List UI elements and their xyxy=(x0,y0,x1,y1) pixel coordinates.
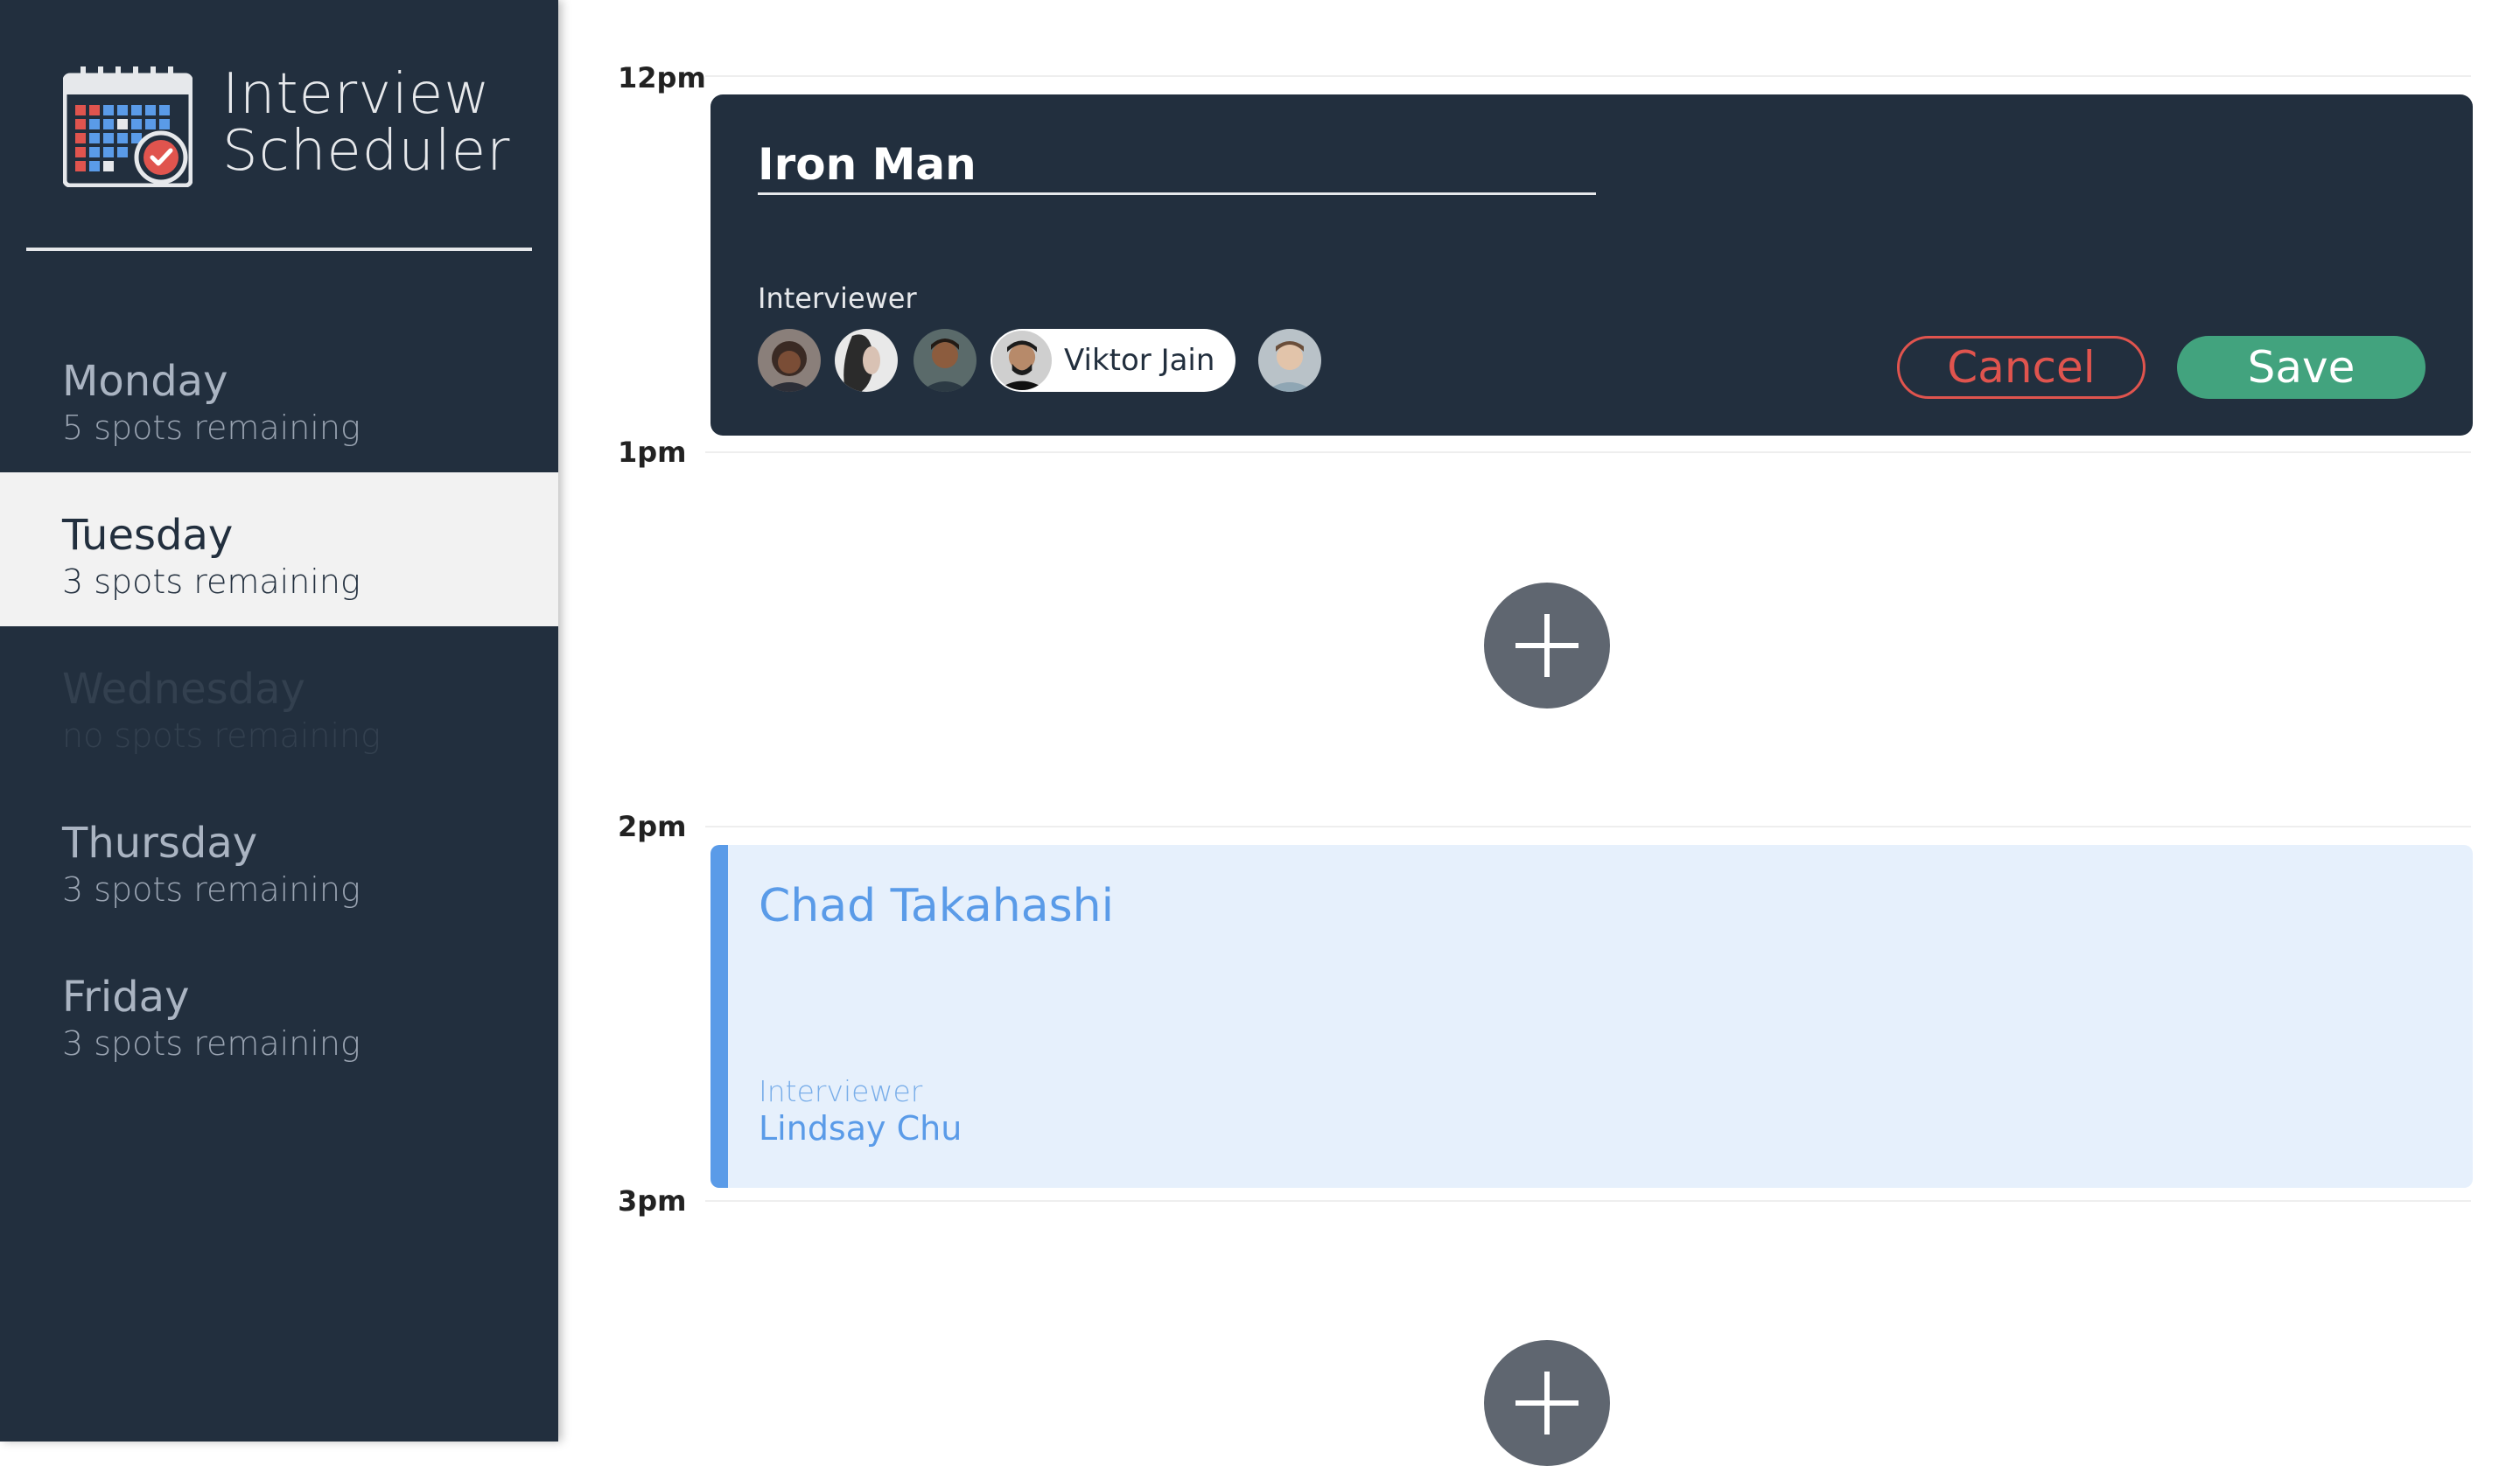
add-appointment-button[interactable] xyxy=(1484,583,1610,709)
hour-divider xyxy=(705,451,2471,453)
sidebar-divider xyxy=(26,248,532,251)
day-spots: 3 spots remaining xyxy=(62,870,360,909)
time-label-2pm: 2pm xyxy=(618,810,687,843)
day-spots: no spots remaining xyxy=(62,716,381,755)
sidebar-day-tuesday[interactable]: Tuesday 3 spots remaining xyxy=(0,472,558,626)
day-name: Tuesday xyxy=(62,511,234,560)
day-name: Wednesday xyxy=(62,665,305,714)
selected-interviewer-name: Viktor Jain xyxy=(1064,343,1215,378)
appointment-interviewer: Lindsay Chu xyxy=(759,1109,962,1148)
appointment-interviewer-label: Interviewer xyxy=(759,1074,923,1108)
day-spots: 3 spots remaining xyxy=(62,1024,360,1063)
appointment-accent-bar xyxy=(710,845,728,1188)
day-name: Thursday xyxy=(62,819,258,868)
day-spots: 3 spots remaining xyxy=(62,562,360,601)
day-spots: 5 spots remaining xyxy=(62,408,360,447)
sidebar-day-monday[interactable]: Monday 5 spots remaining xyxy=(0,318,558,472)
appointment-form: Interviewer Viktor Jain Cancel Save xyxy=(710,94,2473,436)
sidebar-day-thursday[interactable]: Thursday 3 spots remaining xyxy=(0,780,558,934)
interviewer-avatar xyxy=(992,331,1052,390)
interviewer-label: Interviewer xyxy=(758,282,917,315)
app-title-line2: Scheduler xyxy=(222,119,511,184)
interviewer-avatar[interactable] xyxy=(1258,329,1321,392)
time-label-3pm: 3pm xyxy=(618,1184,687,1218)
hour-divider xyxy=(705,75,2471,77)
add-appointment-button[interactable] xyxy=(1484,1340,1610,1466)
sidebar-day-wednesday[interactable]: Wednesday no spots remaining xyxy=(0,626,558,780)
day-name: Monday xyxy=(62,357,228,406)
plus-icon xyxy=(1516,614,1578,677)
sidebar: Interview Scheduler Monday 5 spots remai… xyxy=(0,0,558,1442)
interviewer-avatar[interactable] xyxy=(758,329,821,392)
hour-divider xyxy=(705,826,2471,827)
selected-interviewer[interactable]: Viktor Jain xyxy=(990,329,1236,392)
time-label-12pm: 12pm xyxy=(618,61,706,94)
sidebar-day-friday[interactable]: Friday 3 spots remaining xyxy=(0,934,558,1088)
plus-icon xyxy=(1516,1372,1578,1435)
student-name-input[interactable] xyxy=(758,136,1596,195)
time-label-1pm: 1pm xyxy=(618,436,687,469)
calendar-check-icon xyxy=(62,66,193,188)
appointment-card[interactable]: Chad Takahashi Interviewer Lindsay Chu xyxy=(710,845,2473,1188)
interviewer-avatar[interactable] xyxy=(835,329,898,392)
hour-divider xyxy=(705,1200,2471,1202)
cancel-button[interactable]: Cancel xyxy=(1897,336,2146,399)
interviewer-avatar[interactable] xyxy=(914,329,976,392)
save-button[interactable]: Save xyxy=(2177,336,2426,399)
app-title: Interview Scheduler xyxy=(222,66,510,180)
day-name: Friday xyxy=(62,973,190,1022)
appointment-student: Chad Takahashi xyxy=(759,880,1115,932)
app-title-line1: Interview xyxy=(222,62,491,127)
